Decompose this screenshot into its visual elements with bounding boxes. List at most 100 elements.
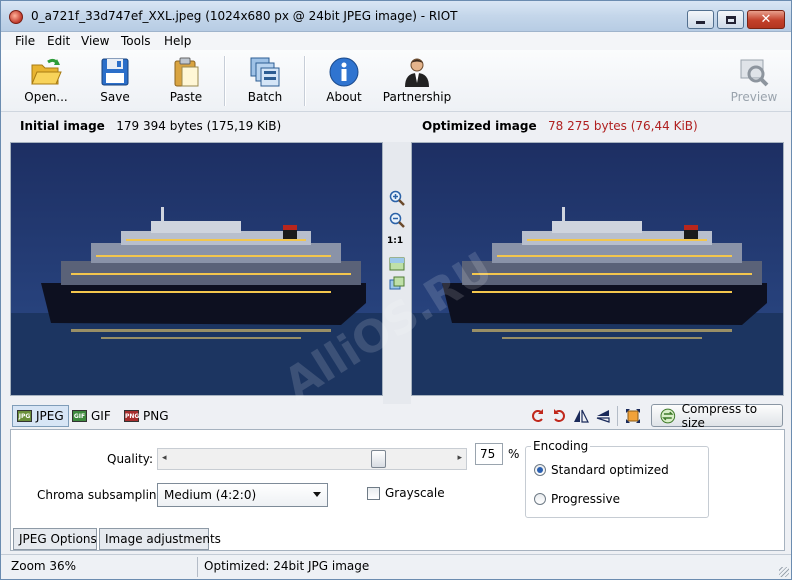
preview-button[interactable]: Preview <box>719 54 789 109</box>
jpeg-format-icon: JPG <box>17 410 32 422</box>
quality-input[interactable]: 75 <box>475 443 503 465</box>
cruise-ship-image <box>11 143 382 395</box>
menu-tools[interactable]: Tools <box>121 34 151 48</box>
title-bar[interactable]: 0_a721f_33d747ef_XXL.jpeg (1024x680 px @… <box>1 1 791 32</box>
compare-images-icon[interactable] <box>389 276 405 292</box>
chroma-subsampling-value: Medium (4:2:0) <box>164 488 257 502</box>
menu-help[interactable]: Help <box>164 34 191 48</box>
paste-button[interactable]: Paste <box>151 54 221 109</box>
tab-png-label: PNG <box>143 409 169 423</box>
quality-slider-thumb[interactable] <box>371 450 386 468</box>
encoding-group: Encoding Standard optimized Progressive <box>525 439 709 518</box>
initial-image-header: Initial image 179 394 bytes (175,19 KiB) <box>20 119 281 133</box>
batch-button[interactable]: Batch <box>230 54 300 109</box>
flip-horizontal-icon[interactable] <box>573 408 589 424</box>
tab-image-adjustments[interactable]: Image adjustments <box>99 528 221 550</box>
toolbar: Open... Save Paste Batch About Partnersh… <box>1 50 791 112</box>
zoom-in-icon[interactable] <box>389 190 405 206</box>
progressive-radio[interactable]: Progressive <box>534 492 620 506</box>
format-bar: JPG JPEG GIF GIF PNG PNG Compress to siz… <box>10 401 785 430</box>
grayscale-label: Grayscale <box>385 486 445 500</box>
menu-edit[interactable]: Edit <box>47 34 70 48</box>
tab-jpeg[interactable]: JPG JPEG <box>12 405 69 427</box>
maximize-button[interactable] <box>717 10 744 29</box>
slider-left-arrow-icon[interactable]: ◂ <box>162 453 167 463</box>
app-window: 0_a721f_33d747ef_XXL.jpeg (1024x680 px @… <box>0 0 792 580</box>
chroma-subsampling-label: Chroma subsampling: <box>37 488 169 502</box>
optimized-image-header: Optimized image 78 275 bytes (76,44 KiB) <box>422 119 698 133</box>
zoom-toolbar: 1:1 <box>383 142 411 404</box>
radio-selected-icon[interactable] <box>534 464 546 476</box>
batch-icon <box>250 57 280 87</box>
progressive-label: Progressive <box>551 492 621 506</box>
radio-unselected-icon[interactable] <box>534 493 546 505</box>
standard-optimized-radio[interactable]: Standard optimized <box>534 463 669 477</box>
about-button[interactable]: About <box>309 54 379 109</box>
preview-label: Preview <box>730 90 778 104</box>
compress-to-size-button[interactable]: Compress to size <box>651 401 783 430</box>
grayscale-checkbox-box[interactable] <box>367 486 380 500</box>
compress-icon <box>660 408 676 423</box>
folder-open-icon <box>31 58 62 85</box>
minimize-button[interactable] <box>687 10 714 29</box>
minimize-icon <box>696 21 705 24</box>
menu-view[interactable]: View <box>81 34 109 48</box>
info-icon <box>329 57 359 87</box>
optimized-image-size: 78 275 bytes (76,44 KiB) <box>548 119 698 133</box>
initial-image-label: Initial image <box>20 119 105 133</box>
about-label: About <box>326 90 362 104</box>
person-icon <box>405 58 429 87</box>
open-label: Open... <box>24 90 68 104</box>
tab-jpeg-label: JPEG <box>36 409 64 423</box>
rotate-left-icon[interactable] <box>530 408 546 424</box>
chroma-subsampling-select[interactable]: Medium (4:2:0) <box>157 483 328 507</box>
resize-grip-icon[interactable] <box>779 567 789 577</box>
app-icon[interactable] <box>9 10 23 24</box>
save-button[interactable]: Save <box>80 54 150 109</box>
menu-bar: File Edit View Tools Help <box>1 32 791 50</box>
rotate-right-icon[interactable] <box>551 408 567 424</box>
fit-image-icon[interactable] <box>389 256 405 272</box>
close-button[interactable]: ✕ <box>747 10 785 29</box>
toolbar-separator <box>224 56 225 106</box>
floppy-disk-icon <box>101 58 129 86</box>
magnifier-preview-icon <box>740 59 769 87</box>
chevron-down-icon <box>313 492 321 497</box>
slider-right-arrow-icon[interactable]: ▸ <box>457 453 462 463</box>
optimized-image-view[interactable] <box>411 142 784 396</box>
status-info: Optimized: 24bit JPG image <box>204 559 370 573</box>
tab-gif[interactable]: GIF GIF <box>68 405 115 427</box>
tab-png[interactable]: PNG PNG <box>120 405 173 427</box>
quality-label: Quality: <box>107 452 154 466</box>
status-zoom: Zoom 36% <box>11 559 77 573</box>
batch-label: Batch <box>247 90 283 104</box>
png-format-icon: PNG <box>124 410 139 422</box>
quality-slider[interactable]: ◂ ▸ <box>157 448 467 470</box>
tab-jpeg-options[interactable]: JPEG Options <box>13 528 97 550</box>
action-separator <box>617 406 618 426</box>
percent-sign: % <box>508 447 520 461</box>
zoom-actual-size-button[interactable]: 1:1 <box>387 236 403 246</box>
encoding-title: Encoding <box>531 439 591 453</box>
gif-format-icon: GIF <box>72 410 87 422</box>
paste-label: Paste <box>169 90 203 104</box>
resize-icon[interactable] <box>625 408 641 424</box>
open-button[interactable]: Open... <box>11 54 81 109</box>
clipboard-icon <box>174 57 199 87</box>
menu-file[interactable]: File <box>15 34 35 48</box>
zoom-out-icon[interactable] <box>389 212 405 228</box>
partnership-label: Partnership <box>382 90 452 104</box>
save-label: Save <box>100 90 130 104</box>
flip-vertical-icon[interactable] <box>595 408 611 424</box>
close-icon: ✕ <box>760 12 772 27</box>
initial-image-view[interactable] <box>10 142 383 396</box>
maximize-icon <box>725 15 736 24</box>
grayscale-checkbox[interactable]: Grayscale <box>367 486 445 500</box>
optimized-image-label: Optimized image <box>422 119 537 133</box>
tab-gif-label: GIF <box>91 409 111 423</box>
cruise-ship-image <box>412 143 783 395</box>
compress-to-size-label: Compress to size <box>681 401 758 430</box>
standard-optimized-label: Standard optimized <box>551 463 669 477</box>
partnership-button[interactable]: Partnership <box>379 54 455 109</box>
status-separator <box>197 557 198 577</box>
